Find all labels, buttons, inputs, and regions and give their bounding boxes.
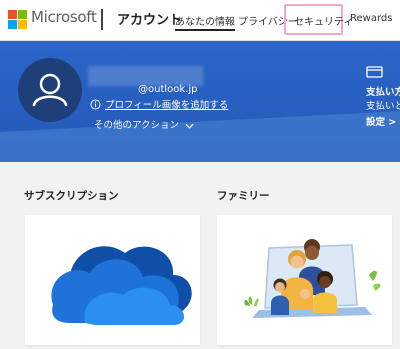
add-profile-photo-link[interactable]: プロフィール画像を追加する: [90, 97, 228, 111]
top-header: Microsoft アカウント あなたの情報 プライバシー セキュリティ Rew…: [0, 0, 400, 41]
family-title: ファミリー: [217, 190, 270, 202]
family-illustration: [244, 239, 381, 318]
brand-name[interactable]: Microsoft: [31, 8, 97, 26]
nav-your-info[interactable]: あなたの情報: [175, 13, 235, 31]
site-title[interactable]: アカウント: [117, 9, 182, 28]
credit-card-icon: [366, 66, 383, 78]
person-icon: [32, 73, 68, 107]
other-actions-label: その他のアクション: [94, 120, 180, 131]
header-divider: [101, 9, 103, 30]
plant-icon: [244, 296, 259, 307]
add-profile-photo-label: プロフィール画像を追加する: [105, 100, 229, 111]
info-icon: [90, 99, 101, 110]
payment-title: 支払い方: [366, 87, 400, 98]
microsoft-logo-icon[interactable]: [8, 10, 27, 29]
payment-settings-link[interactable]: 設定 >: [366, 114, 396, 128]
nav-security[interactable]: セキュリティ: [294, 13, 353, 28]
email-address: @outlook.jp: [138, 84, 198, 95]
family-card[interactable]: [217, 215, 392, 345]
chevron-down-icon: [185, 123, 194, 129]
payment-subtitle: 支払いと: [366, 101, 400, 112]
email-redacted: [88, 66, 203, 86]
nav-rewards[interactable]: Rewards: [350, 13, 392, 24]
other-actions-button[interactable]: その他のアクション: [94, 117, 194, 131]
subscriptions-title: サブスクリプション: [24, 190, 119, 202]
subscription-card[interactable]: [25, 215, 200, 345]
onedrive-cloud-icon: [51, 246, 192, 325]
avatar[interactable]: [18, 58, 82, 122]
profile-banner: @outlook.jp プロフィール画像を追加する その他のアクション 支払い方…: [0, 41, 400, 162]
